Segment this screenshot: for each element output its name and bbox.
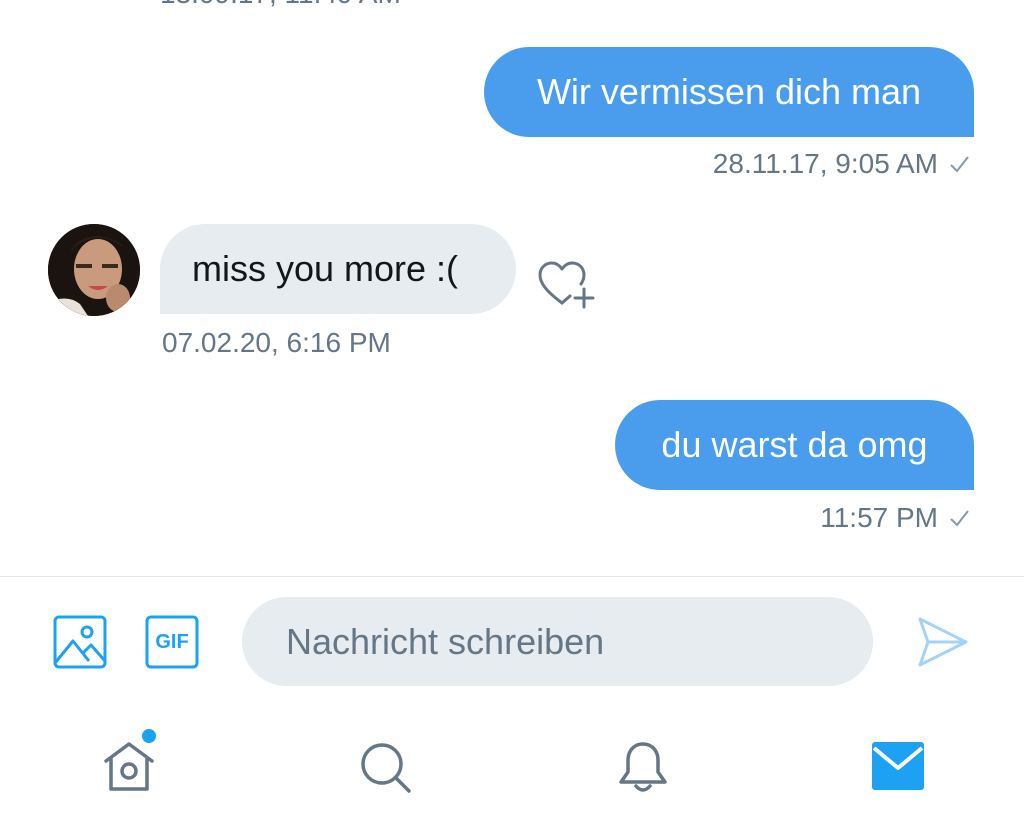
message-timestamp-text: 11:57 PM: [820, 502, 938, 533]
message-input[interactable]: [242, 597, 873, 686]
home-icon[interactable]: [100, 739, 158, 798]
gif-icon[interactable]: GIF: [145, 615, 199, 674]
bell-icon[interactable]: [616, 740, 670, 799]
message-timestamp-text: 28.11.17, 9:05 AM: [712, 148, 938, 179]
notification-dot: [142, 729, 156, 743]
image-icon[interactable]: [53, 615, 107, 674]
message-timestamp: 07.02.20, 6:16 PM: [162, 327, 391, 359]
message-timestamp: 28.11.17, 9:05 AM: [713, 148, 970, 180]
composer-divider: [0, 576, 1024, 577]
avatar[interactable]: [48, 224, 140, 316]
message-timestamp: 11:57 PM: [820, 502, 970, 534]
heart-plus-icon[interactable]: [536, 259, 598, 316]
search-icon[interactable]: [358, 740, 414, 801]
outgoing-message-bubble[interactable]: Wir vermissen dich man: [484, 47, 974, 137]
message-timestamp-text: 07.02.20, 6:16 PM: [162, 327, 391, 358]
mail-icon[interactable]: [872, 742, 924, 795]
gif-label: GIF: [155, 630, 189, 653]
checkmark-icon: [948, 507, 970, 529]
previous-message-timestamp: 13.09.17, 11:49 AM: [160, 0, 401, 10]
send-icon[interactable]: [916, 615, 970, 674]
outgoing-message-bubble[interactable]: du warst da omg: [615, 400, 974, 490]
incoming-message-bubble[interactable]: miss you more :(: [160, 224, 516, 314]
checkmark-icon: [948, 153, 970, 175]
dm-conversation-screen: 13.09.17, 11:49 AM Wir vermissen dich ma…: [0, 0, 1024, 826]
